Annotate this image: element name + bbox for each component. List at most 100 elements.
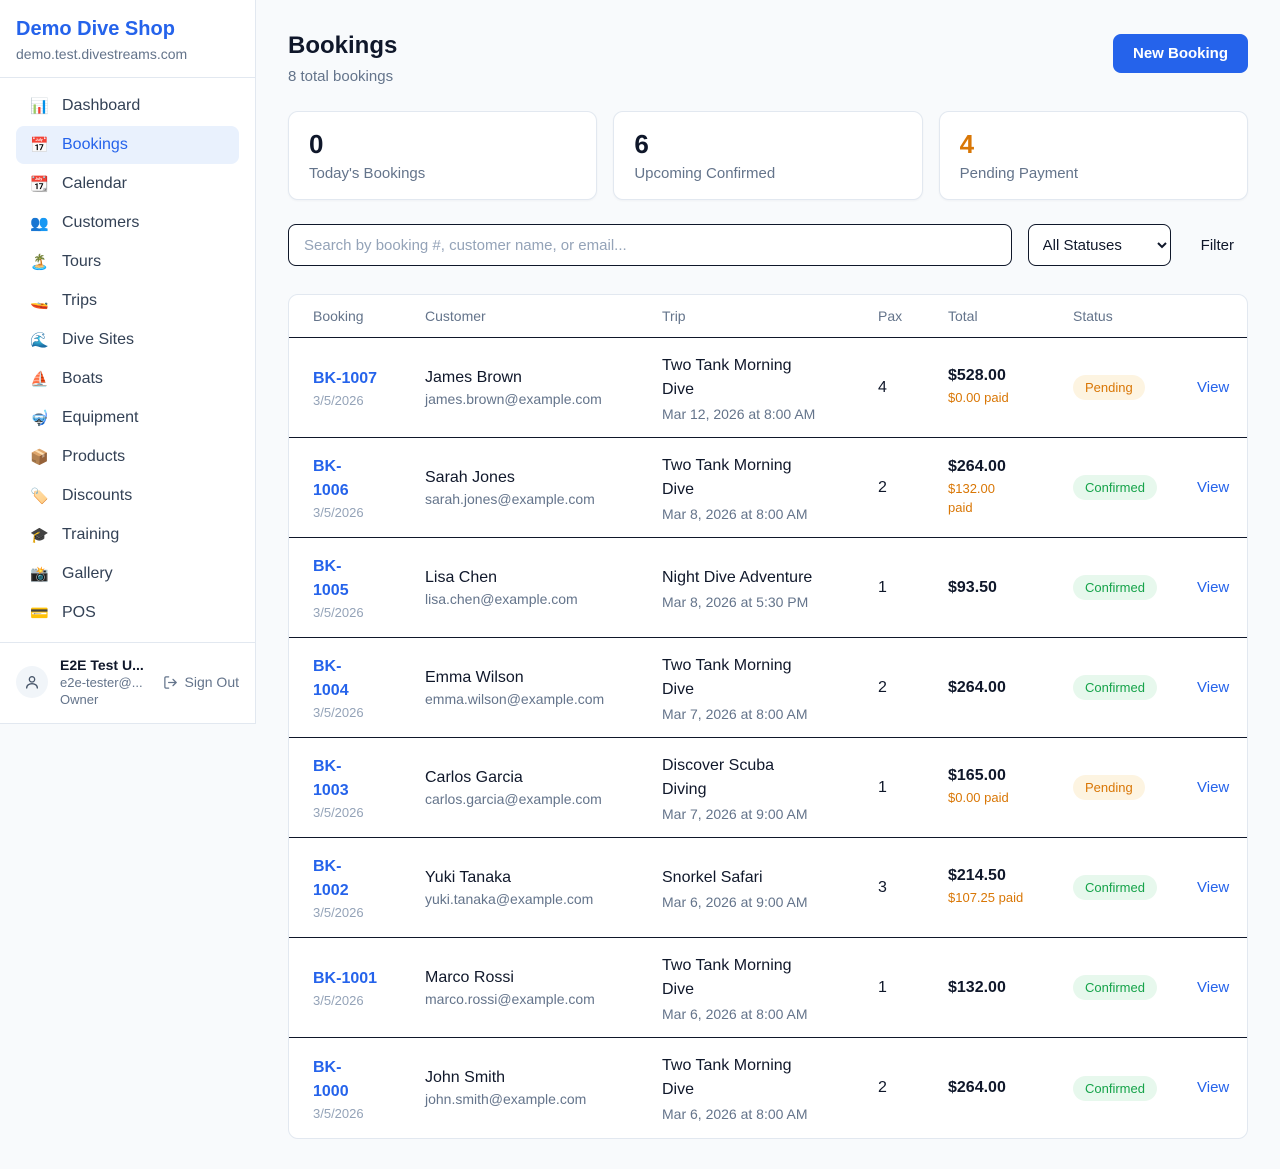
user-icon <box>24 674 40 690</box>
user-name: E2E Test U... <box>60 657 151 673</box>
booking-cell: BK- 1004 3/5/2026 <box>313 655 425 720</box>
status-badge: Confirmed <box>1073 575 1157 600</box>
booking-id-link[interactable]: BK- 1006 <box>313 455 411 503</box>
actions-cell: View <box>1197 579 1223 597</box>
sidebar-item-label: Boats <box>62 370 103 388</box>
sidebar-item-equipment[interactable]: 🤿Equipment <box>16 399 239 437</box>
status-badge: Confirmed <box>1073 875 1157 900</box>
status-badge: Confirmed <box>1073 975 1157 1000</box>
status-cell: Confirmed <box>1073 475 1197 500</box>
table-row: BK- 1003 3/5/2026 Carlos Garcia carlos.g… <box>289 738 1247 838</box>
sidebar-item-label: Dashboard <box>62 97 140 115</box>
sidebar-item-boats[interactable]: ⛵Boats <box>16 360 239 398</box>
app-root: Demo Dive Shop demo.test.divestreams.com… <box>0 0 1280 1169</box>
user-meta: E2E Test U... e2e-tester@... Owner <box>60 657 151 707</box>
stat-value: 0 <box>309 129 576 160</box>
sidebar-item-products[interactable]: 📦Products <box>16 438 239 476</box>
booking-date: 3/5/2026 <box>313 993 411 1008</box>
sidebar-item-label: Bookings <box>62 136 128 154</box>
booking-id-link[interactable]: BK- 1002 <box>313 855 411 903</box>
booking-cell: BK-1007 3/5/2026 <box>313 367 425 408</box>
booking-cell: BK-1001 3/5/2026 <box>313 967 425 1008</box>
table-row: BK- 1002 3/5/2026 Yuki Tanaka yuki.tanak… <box>289 838 1247 938</box>
sidebar-item-pos[interactable]: 💳POS <box>16 594 239 632</box>
pax-cell: 1 <box>878 579 948 597</box>
stat-label: Upcoming Confirmed <box>634 165 901 182</box>
view-link[interactable]: View <box>1197 779 1229 796</box>
trip-name: Two Tank Morning Dive <box>662 454 864 502</box>
booking-cell: BK- 1005 3/5/2026 <box>313 555 425 620</box>
sidebar-item-label: Customers <box>62 214 139 232</box>
view-link[interactable]: View <box>1197 979 1229 996</box>
filters-row: All Statuses Filter <box>288 224 1248 266</box>
booking-id-link[interactable]: BK- 1005 <box>313 555 411 603</box>
stat-card-upcoming-confirmed: 6 Upcoming Confirmed <box>613 111 922 200</box>
actions-cell: View <box>1197 879 1223 897</box>
booking-id-link[interactable]: BK- 1003 <box>313 755 411 803</box>
total-cell: $528.00 $0.00 paid <box>948 367 1073 408</box>
customer-name: James Brown <box>425 369 648 387</box>
sign-out-button[interactable]: Sign Out <box>163 674 239 690</box>
sidebar-item-trips[interactable]: 🚤Trips <box>16 282 239 320</box>
sidebar-item-calendar[interactable]: 📆Calendar <box>16 165 239 203</box>
trip-datetime: Mar 12, 2026 at 8:00 AM <box>662 406 864 422</box>
status-cell: Confirmed <box>1073 1076 1197 1101</box>
user-email: e2e-tester@... <box>60 675 151 690</box>
sidebar-item-label: POS <box>62 604 96 622</box>
customer-name: John Smith <box>425 1069 648 1087</box>
booking-id-link[interactable]: BK-1001 <box>313 967 411 991</box>
sidebar-header: Demo Dive Shop demo.test.divestreams.com <box>0 0 255 78</box>
products-icon: 📦 <box>30 450 48 465</box>
customer-name: Lisa Chen <box>425 569 648 587</box>
page-title: Bookings <box>288 32 397 60</box>
bookings-count: 8 total bookings <box>288 68 397 85</box>
pax-cell: 1 <box>878 779 948 797</box>
status-filter-select[interactable]: All Statuses <box>1028 224 1171 266</box>
sidebar-item-dive-sites[interactable]: 🌊Dive Sites <box>16 321 239 359</box>
view-link[interactable]: View <box>1197 879 1229 896</box>
customer-email: marco.rossi@example.com <box>425 991 648 1007</box>
sidebar-item-discounts[interactable]: 🏷️Discounts <box>16 477 239 515</box>
column-header-status: Status <box>1073 308 1197 324</box>
trip-datetime: Mar 6, 2026 at 9:00 AM <box>662 894 864 910</box>
view-link[interactable]: View <box>1197 679 1229 696</box>
total-amount: $264.00 <box>948 679 1059 697</box>
trip-cell: Two Tank Morning Dive Mar 12, 2026 at 8:… <box>662 354 878 422</box>
customer-cell: Sarah Jones sarah.jones@example.com <box>425 469 662 507</box>
sidebar-item-label: Training <box>62 526 119 544</box>
table-body: BK-1007 3/5/2026 James Brown james.brown… <box>289 338 1247 1138</box>
sidebar-item-customers[interactable]: 👥Customers <box>16 204 239 242</box>
customer-email: carlos.garcia@example.com <box>425 791 648 807</box>
search-input[interactable] <box>288 224 1012 266</box>
view-link[interactable]: View <box>1197 379 1229 396</box>
customer-cell: James Brown james.brown@example.com <box>425 369 662 407</box>
booking-date: 3/5/2026 <box>313 705 411 720</box>
sidebar-item-label: Trips <box>62 292 97 310</box>
new-booking-button[interactable]: New Booking <box>1113 34 1248 73</box>
booking-cell: BK- 1003 3/5/2026 <box>313 755 425 820</box>
paid-amount: $107.25 paid <box>948 889 1059 908</box>
sign-out-icon <box>163 675 178 690</box>
booking-id-link[interactable]: BK- 1000 <box>313 1056 411 1104</box>
trip-cell: Two Tank Morning Dive Mar 6, 2026 at 8:0… <box>662 1054 878 1122</box>
page-header: Bookings 8 total bookings New Booking <box>288 32 1248 85</box>
sidebar-item-bookings[interactable]: 📅Bookings <box>16 126 239 164</box>
booking-id-link[interactable]: BK-1007 <box>313 367 411 391</box>
bookings-table: Booking Customer Trip Pax Total Status B… <box>288 294 1248 1139</box>
discounts-icon: 🏷️ <box>30 489 48 504</box>
view-link[interactable]: View <box>1197 479 1229 496</box>
filter-button[interactable]: Filter <box>1187 237 1248 254</box>
sidebar-item-gallery[interactable]: 📸Gallery <box>16 555 239 593</box>
booking-id-link[interactable]: BK- 1004 <box>313 655 411 703</box>
actions-cell: View <box>1197 1079 1223 1097</box>
sidebar-item-training[interactable]: 🎓Training <box>16 516 239 554</box>
view-link[interactable]: View <box>1197 579 1229 596</box>
customer-email: james.brown@example.com <box>425 391 648 407</box>
booking-cell: BK- 1006 3/5/2026 <box>313 455 425 520</box>
trip-name: Two Tank Morning Dive <box>662 654 864 702</box>
view-link[interactable]: View <box>1197 1079 1229 1096</box>
sidebar-item-tours[interactable]: 🏝️Tours <box>16 243 239 281</box>
status-badge: Pending <box>1073 775 1145 800</box>
shop-domain: demo.test.divestreams.com <box>16 46 239 62</box>
sidebar-item-dashboard[interactable]: 📊Dashboard <box>16 87 239 125</box>
